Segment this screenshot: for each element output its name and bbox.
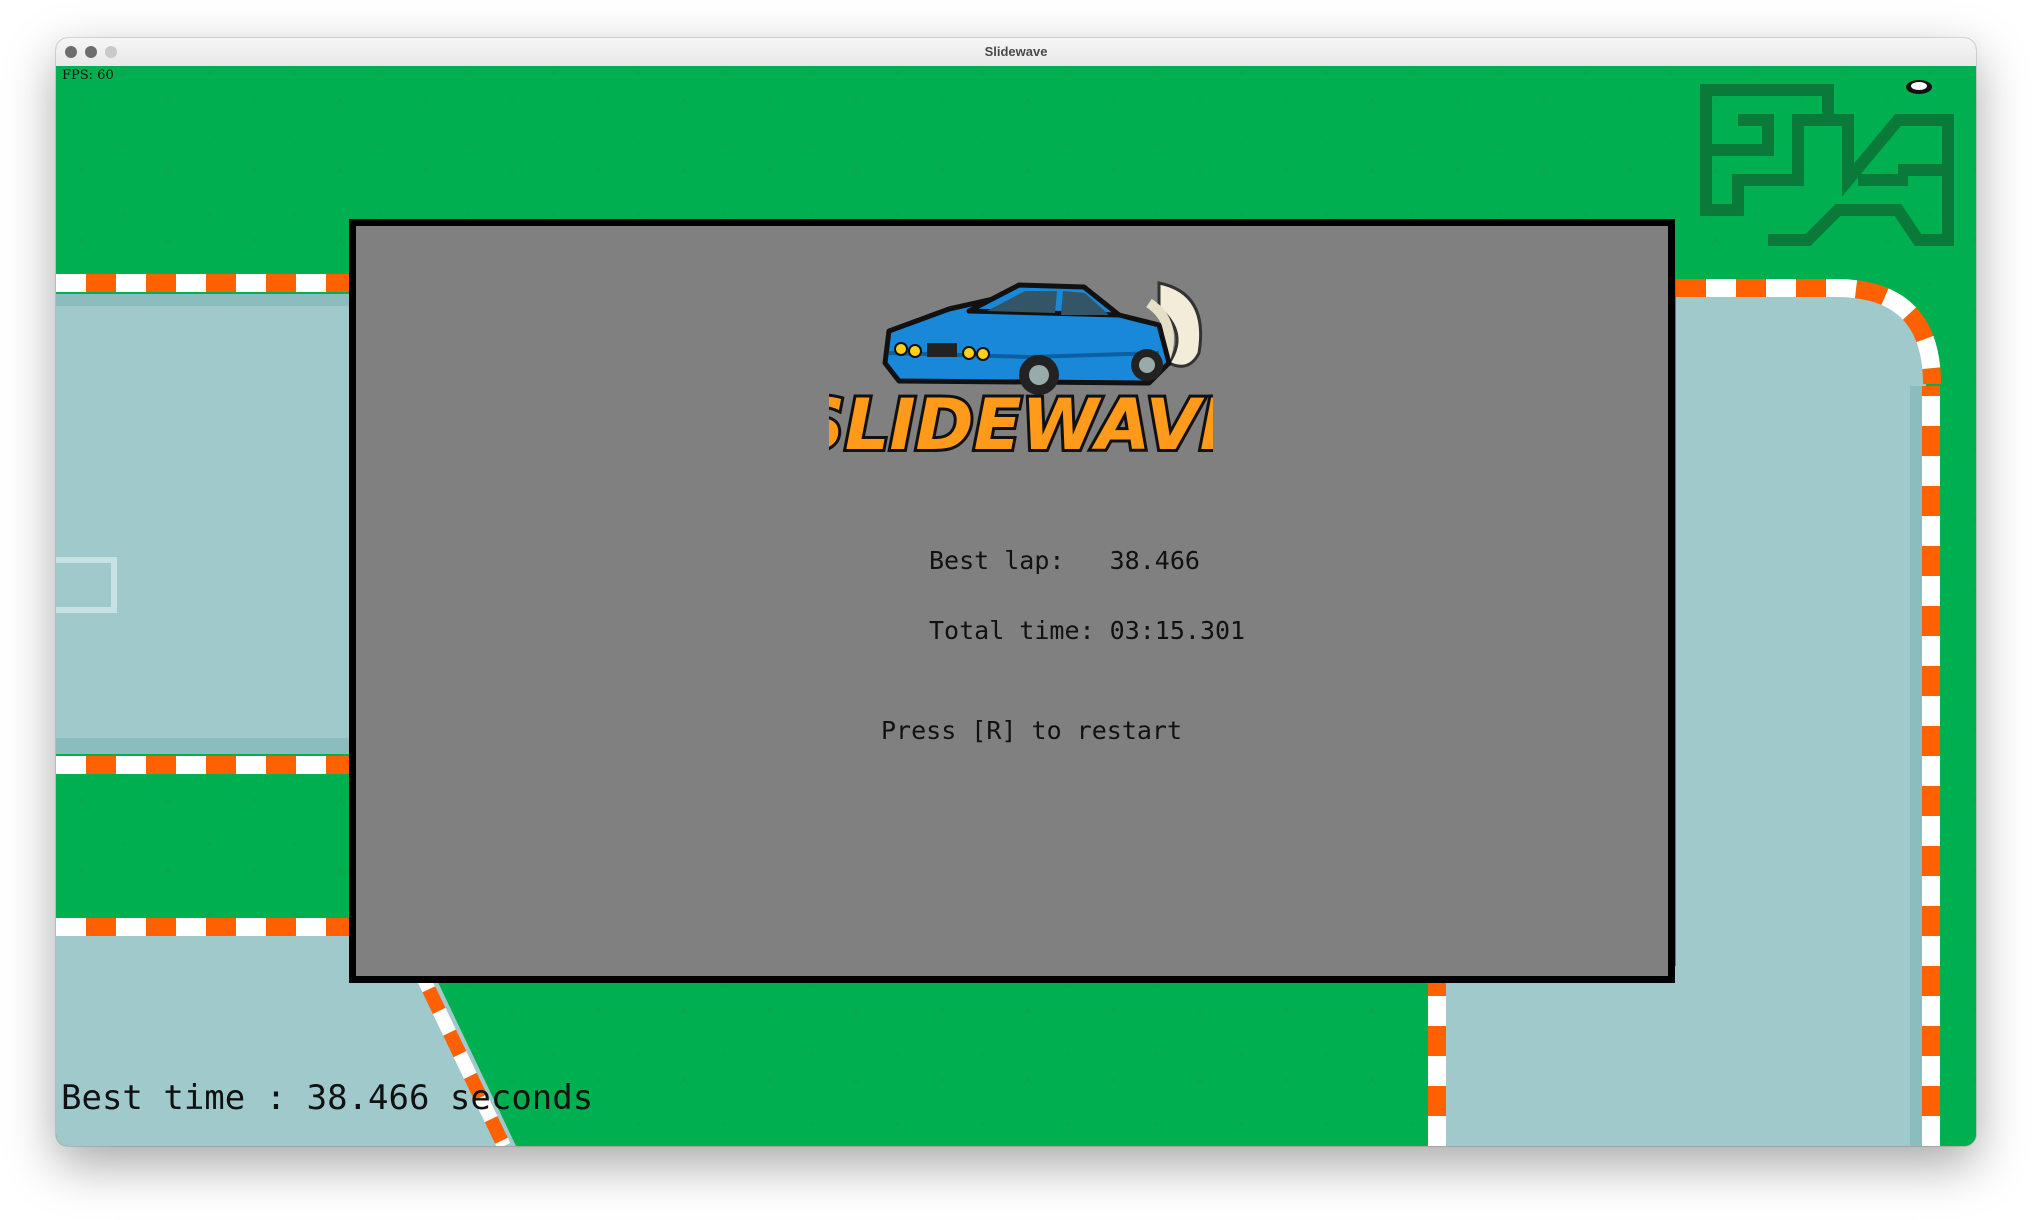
curb-lower-left (56, 918, 356, 936)
total-time-label: Total time: (929, 616, 1095, 645)
curb-right-edge (1922, 386, 1940, 1146)
race-finished-panel: SLIDEWAVE Best lap: 38.466 Total time: 0… (349, 219, 1675, 983)
total-time-value: 03:15.301 (1109, 616, 1246, 645)
game-canvas[interactable]: FPS: 60 Best time : 38.466 seconds LIDEW… (56, 66, 1976, 1146)
restart-hint: Press [R] to restart (881, 716, 1183, 745)
curb-right-inner (1428, 966, 1446, 1146)
logo-wordmark: SLIDEWAVE (829, 384, 1213, 463)
window-title: Slidewave (984, 44, 1048, 59)
curb-mid-left (56, 756, 356, 774)
best-lap-row: Best lap: 38.466 (929, 546, 1200, 575)
player-marker-icon (1906, 80, 1932, 94)
fps-counter: FPS: 60 (62, 68, 114, 83)
track-minimap (1700, 84, 1954, 246)
app-window: Slidewave FPS: 60 Best time: 38.466 sec… (56, 38, 1976, 1146)
best-lap-label: Best lap: (929, 546, 1065, 575)
best-time-readout: Best time : 38.466 seconds (61, 1078, 594, 1118)
best-lap-value: 38.466 (1109, 546, 1200, 575)
curb-top-left (56, 274, 356, 292)
track-surface-left-upper (56, 294, 356, 754)
total-time-row: Total time: 03:15.301 (929, 616, 1245, 645)
title-bar: Slidewave (56, 38, 1976, 67)
slidewave-logo: SLIDEWAVE (829, 281, 1213, 463)
